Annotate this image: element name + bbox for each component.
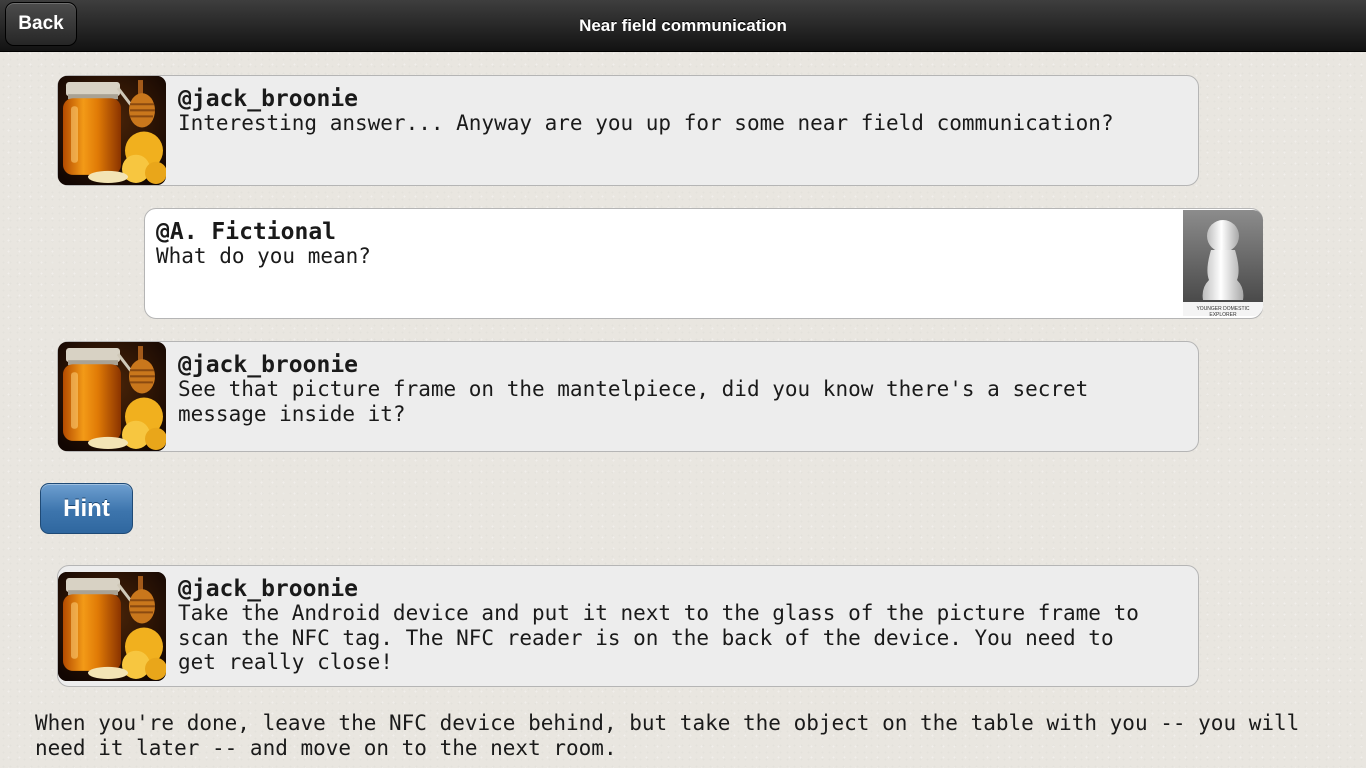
avatar-caption: YOUNGER DOMESTIC EXPLORER [1196,306,1250,316]
user-chat-bubble: @A. Fictional What do you mean? YOUNGER … [144,208,1263,319]
honey-jar-icon [58,76,166,185]
hint-button[interactable]: Hint [40,483,133,534]
instruction-text: When you're done, leave the NFC device b… [35,711,1300,760]
top-bar: Near field communication Back [0,0,1366,52]
chat-bubble: @jack_broonie See that picture frame on … [57,341,1199,452]
message-author: @jack_broonie [178,86,359,112]
chat-bubble: @jack_broonie Take the Android device an… [57,565,1199,687]
honey-jar-icon [58,572,166,681]
message-text: Interesting answer... Anyway are you up … [178,111,1114,135]
message-author: @A. Fictional [156,219,337,245]
white-pawn-icon: YOUNGER DOMESTIC EXPLORER [1183,210,1263,316]
chat-bubble: @jack_broonie Interesting answer... Anyw… [57,75,1199,186]
honey-jar-icon [58,342,166,451]
message-text: What do you mean? [156,244,371,268]
message-text: See that picture frame on the mantelpiec… [178,377,1089,426]
page-title: Near field communication [579,16,787,35]
message-author: @jack_broonie [178,352,359,378]
message-author: @jack_broonie [178,576,359,602]
message-text: Take the Android device and put it next … [178,601,1139,674]
back-button[interactable]: Back [5,2,77,46]
